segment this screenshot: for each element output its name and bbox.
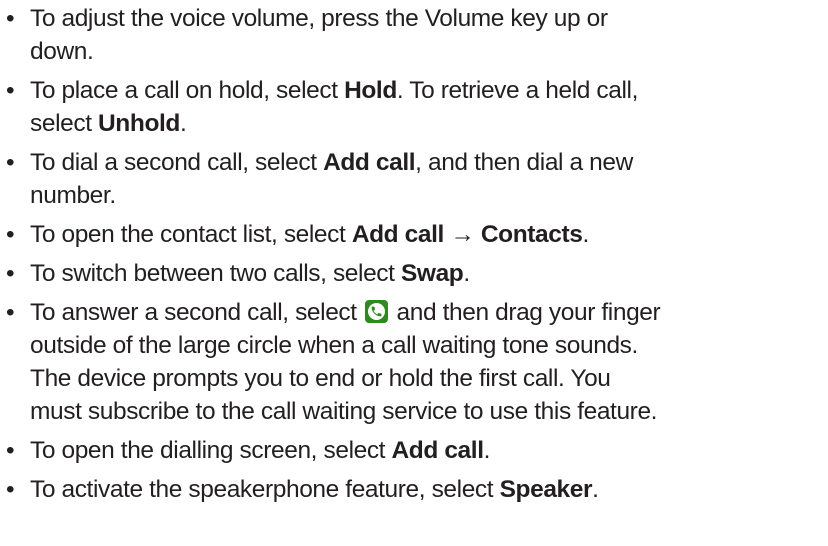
ui-term: Speaker — [499, 476, 593, 503]
text-run: . — [179, 110, 187, 137]
bullet-marker: • — [6, 149, 15, 176]
text-run: To activate the speakerphone feature, se… — [30, 476, 500, 503]
text-run: → — [443, 221, 481, 248]
text-run: To adjust the voice volume, press the Vo… — [30, 5, 608, 32]
text-run: . — [592, 476, 599, 503]
list-item-line: To dial a second call, select Add call, … — [30, 146, 828, 179]
list-item: • To switch between two calls, select Swa… — [6, 257, 828, 290]
list-item: • To place a call on hold, select Hold. T… — [6, 74, 828, 140]
text-run: down. — [30, 38, 94, 65]
list-item-line: must subscribe to the call waiting servi… — [30, 395, 828, 428]
text-run: To open the dialling screen, select — [30, 437, 392, 464]
in-call-options-list: • To adjust the voice volume, press the V… — [6, 2, 828, 506]
text-run: To open the contact list, select — [30, 221, 352, 248]
bullet-marker: • — [6, 437, 15, 464]
text-run: To switch between two calls, select — [30, 260, 401, 287]
text-run: . — [463, 260, 470, 287]
list-item-line: outside of the large circle when a call … — [30, 329, 828, 362]
ui-term: Add call — [323, 149, 416, 176]
ui-term: Add call — [391, 437, 485, 464]
list-item-line: To adjust the voice volume, press the Vo… — [30, 2, 828, 35]
ui-term: Hold — [344, 77, 397, 104]
text-run: number. — [30, 182, 116, 209]
text-run: and then drag your finger — [390, 299, 661, 326]
list-item-line: The device prompts you to end or hold th… — [30, 362, 828, 395]
text-run: must subscribe to the call waiting servi… — [30, 398, 658, 425]
text-run: To dial a second call, select — [30, 149, 324, 176]
list-item-line: To activate the speakerphone feature, se… — [30, 473, 828, 506]
list-item: • To answer a second call, select and the… — [6, 296, 828, 428]
text-run: . — [582, 221, 589, 248]
list-item-line: number. — [30, 179, 828, 212]
text-run: outside of the large circle when a call … — [30, 332, 638, 359]
manual-page: • To adjust the voice volume, press the V… — [0, 0, 828, 546]
text-run: select — [30, 110, 99, 137]
bullet-marker: • — [6, 260, 15, 287]
ui-term: Contacts — [480, 221, 583, 248]
list-item-line: To open the dialling screen, select Add … — [30, 434, 828, 467]
bullet-marker: • — [6, 5, 15, 32]
list-item-line: down. — [30, 35, 828, 68]
ui-term: Swap — [400, 260, 464, 287]
bullet-marker: • — [6, 77, 15, 104]
list-item: • To open the contact list, select Add ca… — [6, 218, 828, 251]
list-item-line: select Unhold. — [30, 107, 828, 140]
list-item-line: To answer a second call, select and then… — [30, 296, 828, 329]
ui-term: Add call — [351, 221, 445, 248]
list-item: • To open the dialling screen, select Add… — [6, 434, 828, 467]
text-run: . To retrieve a held call, — [396, 77, 638, 104]
list-item: • To adjust the voice volume, press the V… — [6, 2, 828, 68]
bullet-marker: • — [6, 299, 15, 326]
list-item-line: To switch between two calls, select Swap… — [30, 257, 828, 290]
ui-term: Unhold — [98, 110, 180, 137]
list-item-line: To open the contact list, select Add cal… — [30, 218, 828, 251]
phone-answer-icon — [365, 300, 389, 323]
list-item: • To dial a second call, select Add call,… — [6, 146, 828, 212]
text-run: , and then dial a new — [415, 149, 633, 176]
list-item-line: To place a call on hold, select Hold. To… — [30, 74, 828, 107]
bullet-marker: • — [6, 221, 15, 248]
text-run: To answer a second call, select — [30, 299, 364, 326]
bullet-marker: • — [6, 476, 15, 503]
list-item: • To activate the speakerphone feature, s… — [6, 473, 828, 506]
text-run: . — [483, 437, 491, 464]
text-run: The device prompts you to end or hold th… — [30, 365, 611, 392]
text-run: To place a call on hold, select — [30, 77, 345, 104]
